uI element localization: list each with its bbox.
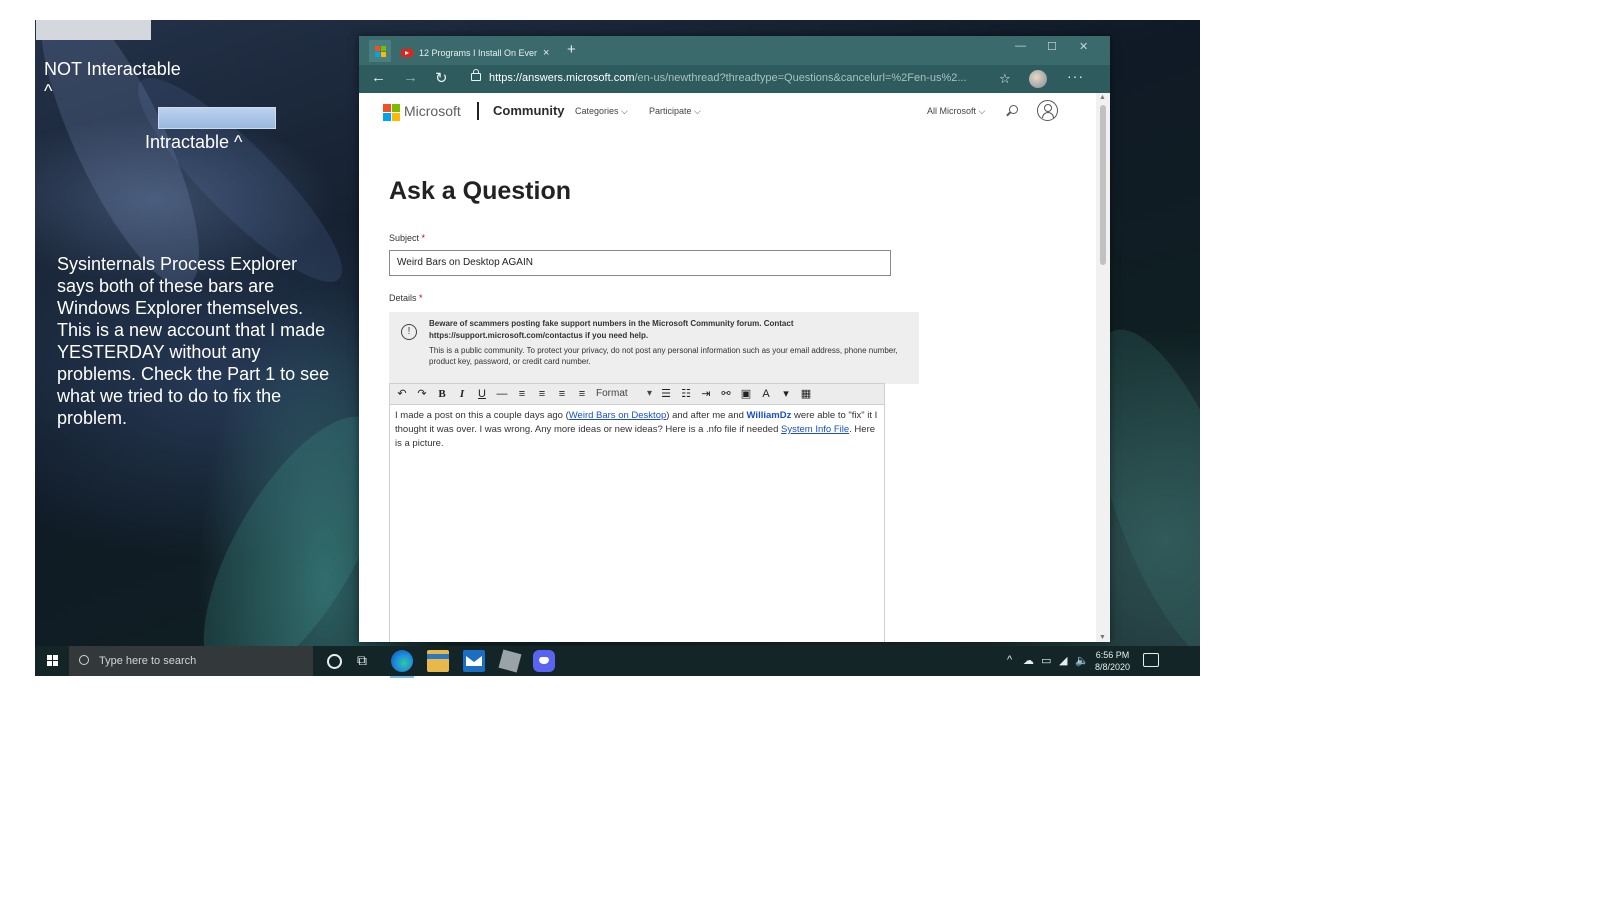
user-account-icon[interactable] bbox=[1037, 100, 1058, 121]
annotation-interactable: Intractable ^ bbox=[145, 132, 243, 152]
close-window-button[interactable]: ✕ bbox=[1079, 40, 1088, 53]
new-tab-button[interactable]: + bbox=[567, 41, 576, 58]
bulleted-list-button[interactable]: ☰ bbox=[656, 385, 676, 403]
refresh-button[interactable]: ↻ bbox=[435, 69, 448, 87]
profile-avatar[interactable] bbox=[1029, 70, 1047, 88]
title-bar: 12 Programs I Install On Every W × + — ☐… bbox=[359, 36, 1110, 65]
lock-icon[interactable] bbox=[471, 69, 481, 81]
onedrive-icon[interactable]: ☁ bbox=[1023, 654, 1034, 667]
font-color-button[interactable]: A bbox=[756, 385, 776, 403]
format-dropdown[interactable]: Format ▾ bbox=[592, 385, 656, 403]
clock-date: 8/8/2020 bbox=[1095, 662, 1131, 672]
scroll-thumb[interactable] bbox=[1100, 105, 1106, 265]
web-page: Microsoft Community Categories ⌵ Partici… bbox=[359, 93, 1096, 642]
link-button[interactable]: ⚯ bbox=[716, 385, 736, 403]
clock-time: 6:56 PM bbox=[1095, 650, 1130, 660]
subject-label: Subject * bbox=[389, 233, 426, 243]
search-placeholder: Type here to search bbox=[99, 655, 197, 667]
align-center-button[interactable]: ≡ bbox=[532, 385, 552, 403]
insert-table-button[interactable]: ▦ bbox=[796, 385, 816, 403]
desktop-bar-gray bbox=[36, 20, 151, 40]
numbered-list-button[interactable]: ☷ bbox=[676, 385, 696, 403]
notifications-icon[interactable] bbox=[1143, 653, 1159, 667]
community-link[interactable]: Community bbox=[493, 103, 565, 118]
tab-close-icon[interactable]: × bbox=[543, 47, 549, 59]
task-view-icon[interactable]: ⧉ bbox=[357, 652, 367, 669]
site-header: Microsoft Community Categories ⌵ Partici… bbox=[359, 93, 1096, 133]
participate-menu[interactable]: Participate ⌵ bbox=[649, 106, 701, 117]
taskbar: Type here to search ⧉ ^ ☁ ▭ ◢ 🔈 6:56 PM … bbox=[35, 646, 1200, 678]
start-button[interactable] bbox=[47, 655, 58, 666]
indent-button[interactable]: ⇥ bbox=[696, 385, 716, 403]
undo-button[interactable]: ↶ bbox=[392, 385, 412, 403]
address-bar[interactable]: https://answers.microsoft.com/en-us/newt… bbox=[489, 72, 989, 84]
search-icon[interactable] bbox=[1009, 105, 1018, 114]
all-microsoft-menu[interactable]: All Microsoft ⌵ bbox=[927, 106, 985, 117]
dropdown-arrow-icon: ▾ bbox=[646, 388, 652, 399]
insert-image-button[interactable]: ▣ bbox=[736, 385, 756, 403]
page-title: Ask a Question bbox=[389, 177, 571, 205]
warning-text: This is a public community. To protect y… bbox=[429, 346, 898, 366]
browser-tab[interactable]: 12 Programs I Install On Every W × bbox=[395, 41, 561, 65]
clock[interactable]: 6:56 PM 8/8/2020 bbox=[1095, 649, 1130, 673]
taskbar-search-box[interactable]: Type here to search bbox=[69, 646, 313, 676]
header-divider bbox=[477, 102, 479, 120]
align-left-button[interactable]: ≡ bbox=[512, 385, 532, 403]
underline-button[interactable]: U bbox=[472, 385, 492, 403]
roblox-icon[interactable] bbox=[498, 649, 522, 673]
tab-title: 12 Programs I Install On Every W bbox=[419, 48, 537, 58]
maximize-button[interactable]: ☐ bbox=[1047, 40, 1057, 53]
search-icon bbox=[79, 655, 89, 665]
editor-toolbar: ↶ ↷ B I U — ≡ ≡ ≡ ≡ Format ▾ ☰ ☷ ⇥ ⚯ ▣ A … bbox=[389, 383, 885, 405]
annotation-not-interactable: NOT Interactable ^ bbox=[44, 59, 181, 101]
user-mention[interactable]: WilliamDz bbox=[747, 410, 792, 421]
system-info-link[interactable]: System Info File bbox=[781, 424, 849, 435]
more-menu-button[interactable]: ··· bbox=[1067, 68, 1084, 84]
volume-icon[interactable]: 🔈 bbox=[1075, 654, 1089, 667]
microsoft-logo-icon[interactable] bbox=[383, 104, 400, 121]
subject-input[interactable]: Weird Bars on Desktop AGAIN bbox=[389, 250, 891, 276]
battery-icon[interactable]: ▭ bbox=[1041, 654, 1051, 667]
cortana-icon[interactable] bbox=[327, 654, 342, 669]
alert-icon: ! bbox=[401, 324, 417, 340]
navigation-bar: ← → ↻ https://answers.microsoft.com/en-u… bbox=[359, 65, 1110, 93]
categories-menu[interactable]: Categories ⌵ bbox=[575, 106, 628, 117]
justify-button[interactable]: ≡ bbox=[572, 385, 592, 403]
redo-button[interactable]: ↷ bbox=[412, 385, 432, 403]
mail-icon[interactable] bbox=[463, 650, 485, 672]
details-editor[interactable]: I made a post on this a couple days ago … bbox=[389, 405, 885, 642]
brand-name[interactable]: Microsoft bbox=[404, 103, 461, 119]
forward-button[interactable]: → bbox=[403, 69, 418, 86]
url-path: /en-us/newthread?threadtype=Questions&ca… bbox=[634, 72, 967, 84]
italic-button[interactable]: I bbox=[452, 385, 472, 403]
scroll-up-icon[interactable]: ▲ bbox=[1099, 94, 1106, 101]
favorite-star-icon[interactable]: ☆ bbox=[999, 71, 1011, 87]
post-link[interactable]: Weird Bars on Desktop bbox=[569, 410, 667, 421]
network-icon[interactable]: ◢ bbox=[1059, 654, 1067, 667]
annotation-description: Sysinternals Process Explorer says both … bbox=[57, 254, 330, 428]
strikethrough-button[interactable]: — bbox=[492, 385, 512, 403]
back-button[interactable]: ← bbox=[371, 69, 386, 86]
minimize-button[interactable]: — bbox=[1015, 40, 1026, 52]
font-color-dropdown[interactable]: ▾ bbox=[776, 385, 796, 403]
file-explorer-icon[interactable] bbox=[427, 650, 449, 672]
tray-chevron-icon[interactable]: ^ bbox=[1007, 654, 1012, 666]
url-host: https://answers.microsoft.com bbox=[489, 72, 635, 84]
desktop-bar-blue[interactable] bbox=[158, 107, 276, 129]
warning-title: Beware of scammers posting fake support … bbox=[429, 319, 794, 340]
browser-window: 12 Programs I Install On Every W × + — ☐… bbox=[359, 36, 1110, 642]
youtube-icon bbox=[401, 49, 413, 57]
discord-icon[interactable] bbox=[533, 650, 555, 672]
align-right-button[interactable]: ≡ bbox=[552, 385, 572, 403]
edge-icon[interactable] bbox=[390, 650, 414, 678]
app-menu-icon[interactable] bbox=[369, 40, 391, 62]
scam-warning-banner: ! Beware of scammers posting fake suppor… bbox=[389, 312, 919, 384]
details-label: Details * bbox=[389, 293, 423, 303]
page-scrollbar[interactable]: ▲ ▼ bbox=[1096, 93, 1110, 642]
bold-button[interactable]: B bbox=[432, 385, 452, 403]
scroll-down-icon[interactable]: ▼ bbox=[1099, 634, 1106, 641]
